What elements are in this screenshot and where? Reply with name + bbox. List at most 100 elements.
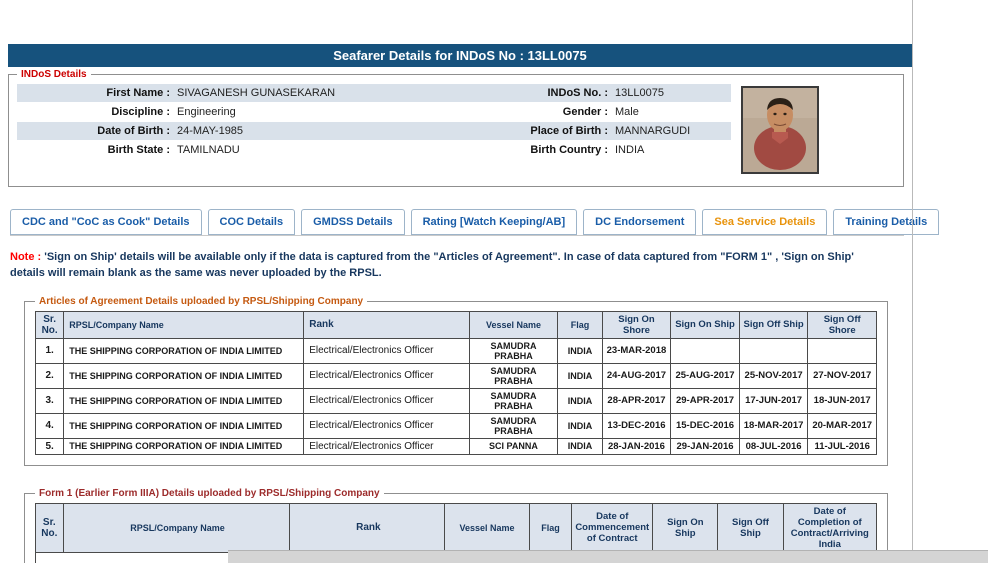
sign-on-shore-cell: 28-JAN-2016 — [602, 438, 671, 454]
form1-header-row: Sr. No. RPSL/Company Name Rank Vessel Na… — [36, 503, 877, 552]
company-cell: THE SHIPPING CORPORATION OF INDIA LIMITE… — [64, 438, 304, 454]
seafarer-details-page: Seafarer Details for INDoS No : 13LL0075… — [0, 0, 912, 563]
first-name-value: SIVAGANESH GUNASEKARAN — [175, 84, 463, 102]
sr-no-cell: 5. — [36, 438, 64, 454]
indos-row-birthstate: Birth State : TAMILNADU Birth Country : … — [17, 141, 731, 159]
note-prefix: Note : — [10, 251, 41, 263]
sr-no-cell: 4. — [36, 413, 64, 438]
place-of-birth-value: MANNARGUDI — [613, 122, 731, 140]
sr-no-cell: 2. — [36, 363, 64, 388]
sign-on-shore-cell: 24-AUG-2017 — [602, 363, 671, 388]
col-sign-on-shore: Sign On Shore — [602, 311, 671, 338]
table-row: 5. THE SHIPPING CORPORATION OF INDIA LIM… — [36, 438, 877, 454]
vessel-cell: SCI PANNA — [469, 438, 558, 454]
col-sign-on-ship: Sign On Ship — [653, 503, 718, 552]
indos-row-dob: Date of Birth : 24-MAY-1985 Place of Bir… — [17, 122, 731, 140]
rank-cell: Electrical/Electronics Officer — [304, 338, 469, 363]
articles-of-agreement-panel: Articles of Agreement Details uploaded b… — [24, 296, 888, 466]
gender-label: Gender : — [463, 103, 613, 121]
tab-dc-endorsement[interactable]: DC Endorsement — [583, 209, 696, 235]
tab-coc-details[interactable]: COC Details — [208, 209, 296, 235]
vessel-cell: SAMUDRA PRABHA — [469, 338, 558, 363]
articles-legend: Articles of Agreement Details uploaded b… — [35, 296, 367, 307]
sign-off-ship-cell: 08-JUL-2016 — [739, 438, 808, 454]
sign-off-ship-cell — [739, 338, 808, 363]
col-rank: Rank — [290, 503, 445, 552]
gender-value: Male — [613, 103, 731, 121]
col-sign-on-ship: Sign On Ship — [671, 311, 740, 338]
flag-cell: INDIA — [558, 338, 602, 363]
vessel-cell: SAMUDRA PRABHA — [469, 388, 558, 413]
col-flag: Flag — [558, 311, 602, 338]
horizontal-scrollbar[interactable] — [228, 550, 988, 563]
sign-on-ship-cell: 15-DEC-2016 — [671, 413, 740, 438]
sign-on-ship-cell — [671, 338, 740, 363]
col-sign-off-shore: Sign Off Shore — [808, 311, 877, 338]
table-row: 3. THE SHIPPING CORPORATION OF INDIA LIM… — [36, 388, 877, 413]
sign-off-shore-cell: 20-MAR-2017 — [808, 413, 877, 438]
indos-details-legend: INDoS Details — [17, 69, 91, 80]
discipline-value: Engineering — [175, 103, 463, 121]
details-tab-bar: CDC and "CoC as Cook" Details COC Detail… — [10, 209, 904, 236]
vessel-cell: SAMUDRA PRABHA — [469, 363, 558, 388]
sign-off-shore-cell: 27-NOV-2017 — [808, 363, 877, 388]
birth-country-value: INDIA — [613, 141, 731, 159]
sign-off-shore-cell — [808, 338, 877, 363]
tab-gmdss-details[interactable]: GMDSS Details — [301, 209, 404, 235]
tab-rating-watch-keeping-ab[interactable]: Rating [Watch Keeping/AB] — [411, 209, 578, 235]
col-vessel: Vessel Name — [445, 503, 529, 552]
vessel-cell: SAMUDRA PRABHA — [469, 413, 558, 438]
table-row: 4. THE SHIPPING CORPORATION OF INDIA LIM… — [36, 413, 877, 438]
sr-no-cell: 3. — [36, 388, 64, 413]
sr-no-cell: 1. — [36, 338, 64, 363]
discipline-label: Discipline : — [17, 103, 175, 121]
company-cell: THE SHIPPING CORPORATION OF INDIA LIMITE… — [64, 363, 304, 388]
flag-cell: INDIA — [558, 388, 602, 413]
col-flag: Flag — [529, 503, 572, 552]
sign-off-shore-cell: 18-JUN-2017 — [808, 388, 877, 413]
rank-cell: Electrical/Electronics Officer — [304, 413, 469, 438]
articles-header-row: Sr. No. RPSL/Company Name Rank Vessel Na… — [36, 311, 877, 338]
indos-fields: First Name : SIVAGANESH GUNASEKARAN INDo… — [17, 84, 731, 160]
dob-label: Date of Birth : — [17, 122, 175, 140]
tab-cdc-coc-as-cook-details[interactable]: CDC and "CoC as Cook" Details — [10, 209, 202, 235]
sign-off-ship-cell: 18-MAR-2017 — [739, 413, 808, 438]
indos-row-firstname: First Name : SIVAGANESH GUNASEKARAN INDo… — [17, 84, 731, 102]
sign-off-ship-cell: 17-JUN-2017 — [739, 388, 808, 413]
sign-on-ship-cell: 29-JAN-2016 — [671, 438, 740, 454]
sign-on-shore-cell: 23-MAR-2018 — [602, 338, 671, 363]
col-vessel: Vessel Name — [469, 311, 558, 338]
indos-row-discipline: Discipline : Engineering Gender : Male — [17, 103, 731, 121]
table-row: 2. THE SHIPPING CORPORATION OF INDIA LIM… — [36, 363, 877, 388]
col-date-completion: Date of Completion of Contract/Arriving … — [783, 503, 876, 552]
company-cell: THE SHIPPING CORPORATION OF INDIA LIMITE… — [64, 388, 304, 413]
dob-value: 24-MAY-1985 — [175, 122, 463, 140]
first-name-label: First Name : — [17, 84, 175, 102]
sign-on-shore-cell: 13-DEC-2016 — [602, 413, 671, 438]
col-date-commencement: Date of Commencement of Contract — [572, 503, 653, 552]
tab-training-details[interactable]: Training Details — [833, 209, 939, 235]
col-sign-off-ship: Sign Off Ship — [739, 311, 808, 338]
flag-cell: INDIA — [558, 413, 602, 438]
flag-cell: INDIA — [558, 438, 602, 454]
note-text: 'Sign on Ship' details will be available… — [10, 251, 854, 279]
col-sr-no: Sr. No. — [36, 503, 64, 552]
tab-sea-service-details[interactable]: Sea Service Details — [702, 209, 827, 235]
form1-legend: Form 1 (Earlier Form IIIA) Details uploa… — [35, 488, 384, 499]
col-sr-no: Sr. No. — [36, 311, 64, 338]
sign-on-ship-cell: 29-APR-2017 — [671, 388, 740, 413]
sign-on-ship-note: Note : 'Sign on Ship' details will be av… — [10, 250, 878, 282]
sign-off-ship-cell: 25-NOV-2017 — [739, 363, 808, 388]
indos-no-label: INDoS No. : — [463, 84, 613, 102]
col-sign-off-ship: Sign Off Ship — [718, 503, 783, 552]
flag-cell: INDIA — [558, 363, 602, 388]
col-company: RPSL/Company Name — [64, 311, 304, 338]
frame-divider — [912, 0, 913, 563]
company-cell: THE SHIPPING CORPORATION OF INDIA LIMITE… — [64, 413, 304, 438]
rank-cell: Electrical/Electronics Officer — [304, 438, 469, 454]
table-row: 1. THE SHIPPING CORPORATION OF INDIA LIM… — [36, 338, 877, 363]
sign-on-shore-cell: 28-APR-2017 — [602, 388, 671, 413]
sign-on-ship-cell: 25-AUG-2017 — [671, 363, 740, 388]
col-company: RPSL/Company Name — [63, 503, 290, 552]
indos-details-panel: INDoS Details First Name : SIVAGANESH GU… — [8, 69, 904, 187]
